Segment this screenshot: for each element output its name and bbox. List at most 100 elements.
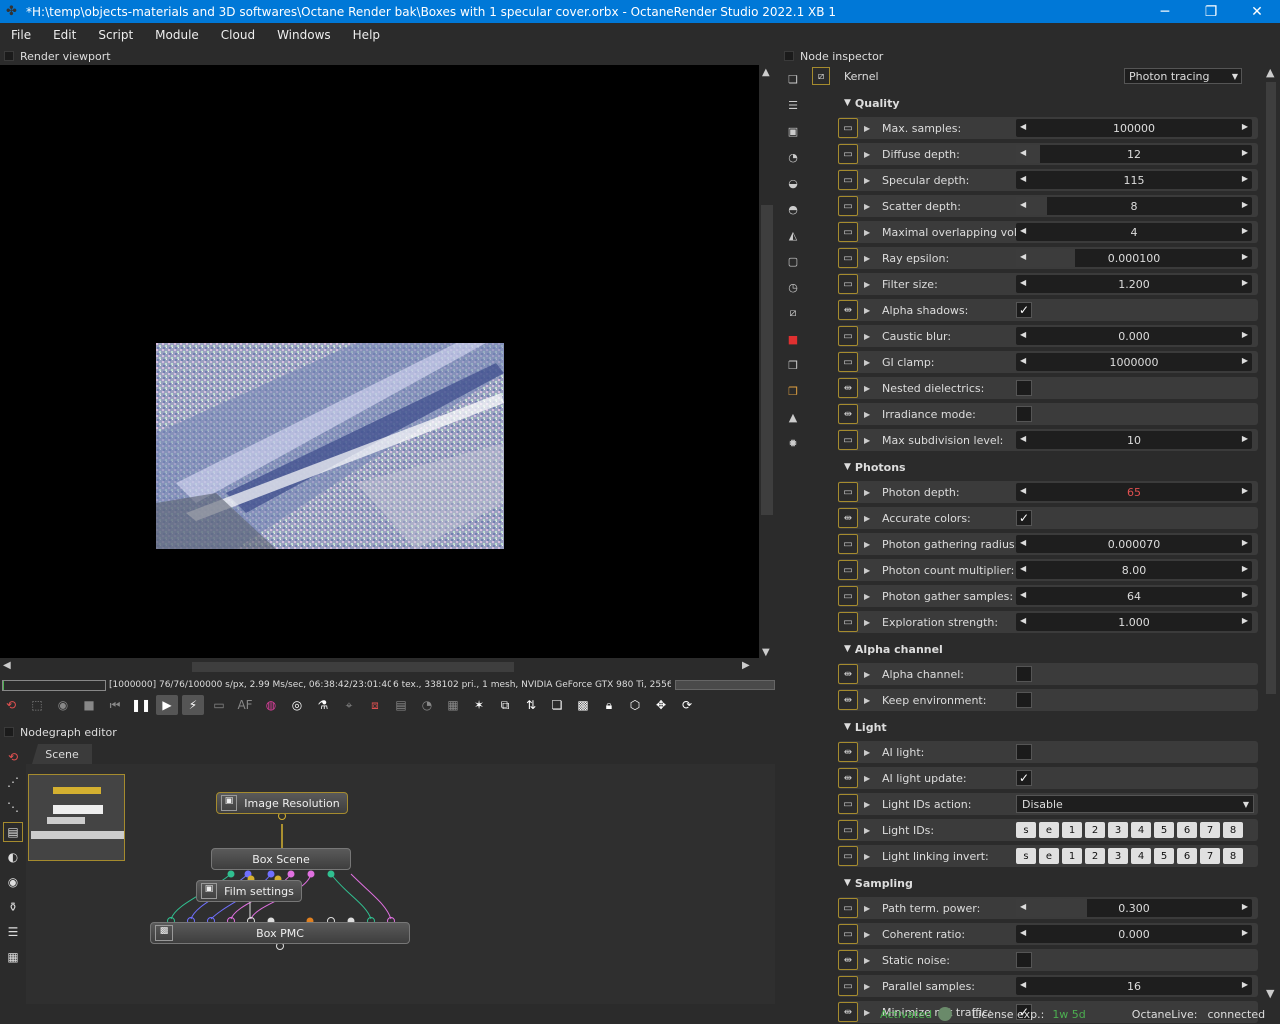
lines-icon[interactable]: ☰ bbox=[784, 96, 802, 114]
reset-icon[interactable]: ⟲ bbox=[3, 747, 23, 767]
expand-caret-icon[interactable]: ▼ bbox=[844, 644, 851, 654]
viewport-horizontal-scrollbar[interactable]: ◀ ▶ bbox=[0, 659, 760, 675]
node-box-pmc[interactable]: ▩ Box PMC bbox=[150, 922, 410, 944]
value-slider[interactable]: ◀ 0.000070 ▶ bbox=[1016, 535, 1252, 553]
pin-icon[interactable]: ▭ bbox=[838, 196, 858, 216]
panel-toggle[interactable] bbox=[784, 51, 794, 61]
image-icon[interactable]: ▣ bbox=[784, 122, 802, 140]
expand-caret-icon[interactable]: ▼ bbox=[844, 722, 851, 732]
pin-icon[interactable]: ▭ bbox=[838, 534, 858, 554]
section-light[interactable]: ▼ Light bbox=[844, 717, 1258, 737]
layers-icon[interactable]: ❏ bbox=[546, 695, 568, 715]
expand-arrow-icon[interactable]: ▶ bbox=[864, 254, 874, 263]
expand-arrow-icon[interactable]: ▶ bbox=[864, 852, 874, 861]
pin-icon[interactable]: ⇹ bbox=[838, 742, 858, 762]
expand-caret-icon[interactable]: ▼ bbox=[844, 878, 851, 888]
value-slider[interactable]: ◀ 12 ▶ bbox=[1016, 145, 1252, 163]
value-slider[interactable]: ◀ 0.000 ▶ bbox=[1016, 925, 1252, 943]
scroll-down-icon[interactable]: ▼ bbox=[762, 647, 770, 658]
pin-icon[interactable]: ▭ bbox=[838, 352, 858, 372]
expand-arrow-icon[interactable]: ▶ bbox=[864, 800, 874, 809]
decrement-icon[interactable]: ◀ bbox=[1020, 148, 1026, 157]
value-slider[interactable]: ◀ 1.200 ▶ bbox=[1016, 275, 1252, 293]
light-id-toggle[interactable]: 5 bbox=[1154, 822, 1174, 838]
node-box-scene[interactable]: Box Scene bbox=[211, 848, 351, 870]
node-film-settings[interactable]: ▣ Film settings bbox=[196, 880, 302, 902]
pin-icon[interactable]: ▭ bbox=[838, 560, 858, 580]
scroll-up-icon[interactable]: ▲ bbox=[1266, 66, 1274, 79]
increment-icon[interactable]: ▶ bbox=[1242, 356, 1248, 365]
background-icon[interactable]: ▦ bbox=[442, 695, 464, 715]
menu-file[interactable]: File bbox=[0, 28, 42, 42]
value-slider[interactable]: ◀ 16 ▶ bbox=[1016, 977, 1252, 995]
nodegraph-canvas[interactable]: ▣ Image Resolution Box Scene ▣ Film sett… bbox=[26, 764, 775, 1004]
increment-icon[interactable]: ▶ bbox=[1242, 252, 1248, 261]
grid-icon[interactable]: ▦ bbox=[3, 947, 23, 967]
scroll-right-icon[interactable]: ▶ bbox=[742, 660, 750, 671]
expand-arrow-icon[interactable]: ▶ bbox=[864, 436, 874, 445]
light-id-toggle[interactable]: 7 bbox=[1200, 848, 1220, 864]
kernel-icon[interactable]: ⧄ bbox=[784, 304, 802, 322]
increment-icon[interactable]: ▶ bbox=[1242, 564, 1248, 573]
pin-icon[interactable]: ▭ bbox=[838, 248, 858, 268]
decrement-icon[interactable]: ◀ bbox=[1020, 928, 1026, 937]
minimize-button[interactable]: ─ bbox=[1142, 4, 1188, 20]
inspector-scrollbar[interactable]: ▲ ▼ bbox=[1264, 66, 1278, 1000]
decrement-icon[interactable]: ◀ bbox=[1020, 434, 1026, 443]
visible-env-icon[interactable]: ◓ bbox=[784, 200, 802, 218]
expand-caret-icon[interactable]: ▼ bbox=[844, 98, 851, 108]
expand-arrow-icon[interactable]: ▶ bbox=[864, 592, 874, 601]
pin-icon[interactable]: ⇹ bbox=[838, 378, 858, 398]
expand-arrow-icon[interactable]: ▶ bbox=[864, 228, 874, 237]
value-slider[interactable]: ◀ 1.000 ▶ bbox=[1016, 613, 1252, 631]
light-id-toggle[interactable]: 5 bbox=[1154, 848, 1174, 864]
maximize-button[interactable]: ❐ bbox=[1188, 4, 1234, 20]
pin-icon[interactable]: ⇹ bbox=[838, 664, 858, 684]
light-id-toggle[interactable]: 4 bbox=[1131, 822, 1151, 838]
increment-icon[interactable]: ▶ bbox=[1242, 486, 1248, 495]
pin-icon[interactable]: ▭ bbox=[838, 144, 858, 164]
decrement-icon[interactable]: ◀ bbox=[1020, 980, 1026, 989]
focus-picker-icon[interactable]: ◎ bbox=[286, 695, 308, 715]
pin-icon[interactable]: ▭ bbox=[838, 326, 858, 346]
expand-arrow-icon[interactable]: ▶ bbox=[864, 670, 874, 679]
checker-icon[interactable]: ▩ bbox=[572, 695, 594, 715]
light-id-toggle[interactable]: 8 bbox=[1223, 822, 1243, 838]
checkbox[interactable] bbox=[1016, 380, 1032, 396]
aov-icon[interactable]: ❐ bbox=[784, 382, 802, 400]
value-slider[interactable]: ◀ 10 ▶ bbox=[1016, 431, 1252, 449]
menu-windows[interactable]: Windows bbox=[266, 28, 342, 42]
menu-cloud[interactable]: Cloud bbox=[210, 28, 266, 42]
checkbox[interactable] bbox=[1016, 692, 1032, 708]
expand-arrow-icon[interactable]: ▶ bbox=[864, 774, 874, 783]
expand-arrow-icon[interactable]: ▶ bbox=[864, 176, 874, 185]
decrement-icon[interactable]: ◀ bbox=[1020, 226, 1026, 235]
value-slider[interactable]: ◀ 8.00 ▶ bbox=[1016, 561, 1252, 579]
increment-icon[interactable]: ▶ bbox=[1242, 278, 1248, 287]
scroll-thumb[interactable] bbox=[1266, 82, 1276, 694]
scroll-thumb-h[interactable] bbox=[192, 662, 514, 672]
increment-icon[interactable]: ▶ bbox=[1242, 902, 1248, 911]
value-slider[interactable]: ◀ 65 ▶ bbox=[1016, 483, 1252, 501]
section-quality[interactable]: ▼ Quality bbox=[844, 93, 1258, 113]
light-id-toggle[interactable]: 6 bbox=[1177, 822, 1197, 838]
light-id-toggle[interactable]: 2 bbox=[1085, 848, 1105, 864]
light-id-toggle[interactable]: e bbox=[1039, 848, 1059, 864]
value-slider[interactable]: ◀ 0.300 ▶ bbox=[1016, 899, 1252, 917]
decrement-icon[interactable]: ◀ bbox=[1020, 564, 1026, 573]
expand-arrow-icon[interactable]: ▶ bbox=[864, 748, 874, 757]
light-icon[interactable]: ✹ bbox=[784, 434, 802, 452]
expand-caret-icon[interactable]: ▼ bbox=[844, 462, 851, 472]
clock-icon[interactable]: ◷ bbox=[784, 278, 802, 296]
pin-icon[interactable]: ▭ bbox=[838, 898, 858, 918]
denoise-icon[interactable]: ✶ bbox=[468, 695, 490, 715]
pin-icon[interactable]: ▭ bbox=[838, 794, 858, 814]
pin-icon[interactable]: ▭ bbox=[838, 222, 858, 242]
region-icon[interactable]: ⬚ bbox=[26, 695, 48, 715]
value-slider[interactable]: ◀ 1000000 ▶ bbox=[1016, 353, 1252, 371]
node-image-resolution[interactable]: ▣ Image Resolution bbox=[216, 792, 348, 814]
color-icon[interactable]: ◭ bbox=[784, 226, 802, 244]
light-id-toggle[interactable]: 2 bbox=[1085, 822, 1105, 838]
light-id-toggle[interactable]: 4 bbox=[1131, 848, 1151, 864]
decrement-icon[interactable]: ◀ bbox=[1020, 902, 1026, 911]
